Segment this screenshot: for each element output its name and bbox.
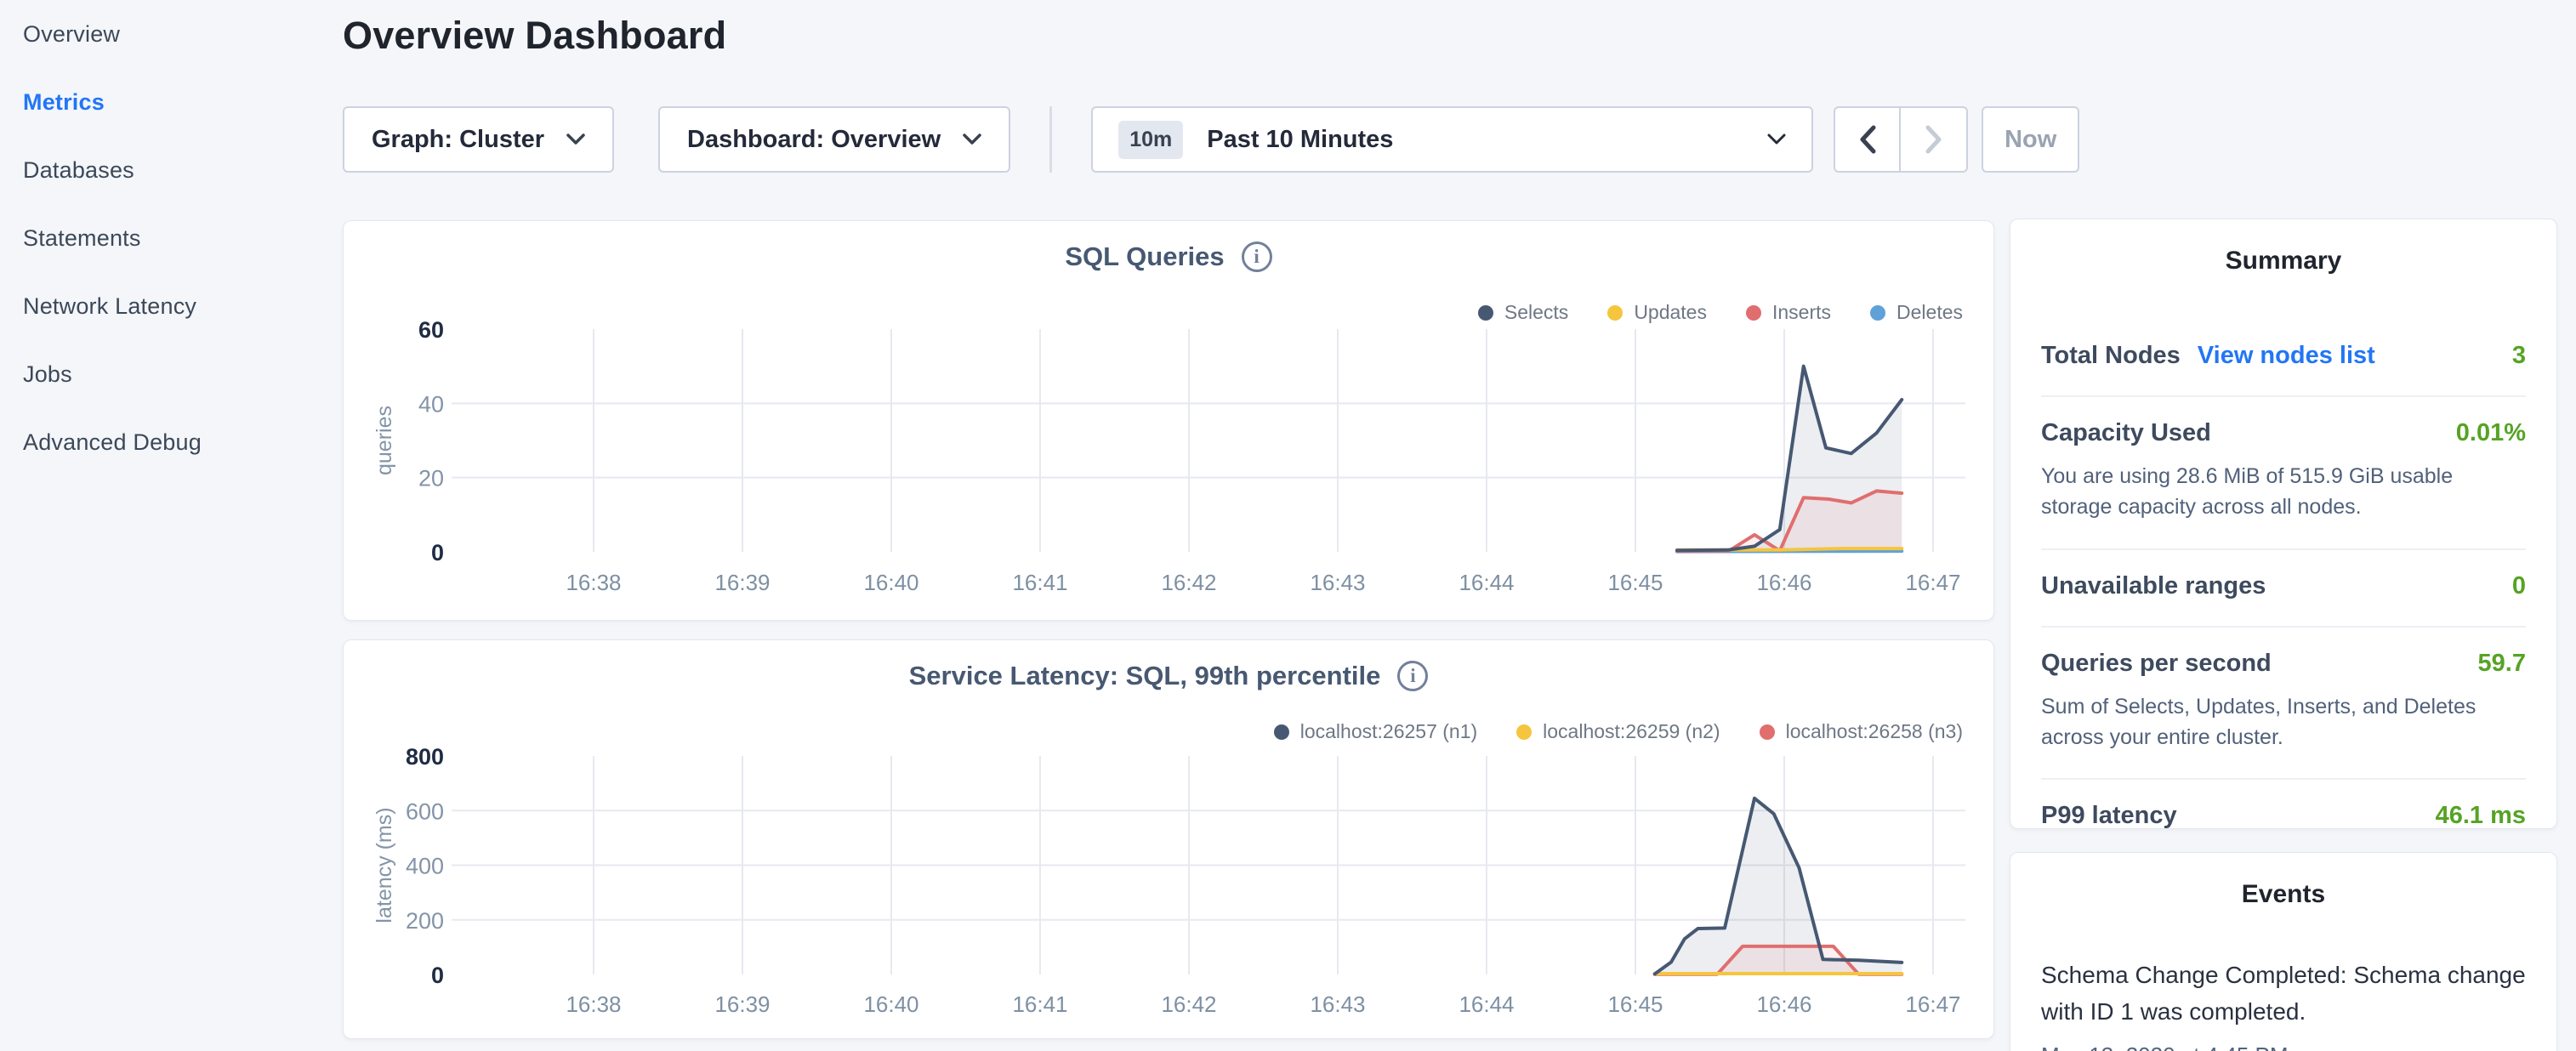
events-title: Events <box>2010 880 2556 909</box>
divider <box>1049 106 1052 173</box>
sidebar-item-jobs[interactable]: Jobs <box>0 340 340 408</box>
graph-dropdown-label: Graph: Cluster <box>372 126 544 154</box>
summary-row-label: P99 latency <box>2041 802 2177 830</box>
summary-row: Capacity Used 0.01% You are using 28.6 MiB… <box>2041 397 2526 550</box>
next-interval-button[interactable] <box>1901 106 1968 173</box>
summary-row-value: 0.01% <box>2456 419 2526 447</box>
summary-panel: Summary Total Nodes View nodes list 3 Capac… <box>2010 219 2557 829</box>
sidebar-item-advanced-debug[interactable]: Advanced Debug <box>0 408 340 476</box>
chevron-down-icon <box>963 134 981 145</box>
y-axis-tick-label: 60 <box>418 317 444 343</box>
summary-row-description: Sum of Selects, Updates, Inserts, and De… <box>2041 691 2526 753</box>
y-axis-tick-label: 800 <box>406 744 444 770</box>
time-window-badge: 10m <box>1118 121 1183 159</box>
summary-row: Queries per second 59.7 Sum of Selects, Up… <box>2041 628 2526 781</box>
summary-rows: Total Nodes View nodes list 3 Capacity Used… <box>2041 320 2526 855</box>
x-axis-tick-label: 16:39 <box>714 570 770 595</box>
app-root: OverviewMetricsDatabasesStatementsNetwor… <box>0 0 2576 1051</box>
y-axis-unit-label: queries <box>372 406 396 475</box>
view-nodes-list-link[interactable]: View nodes list <box>2198 342 2375 370</box>
sidebar-item-overview[interactable]: Overview <box>0 0 340 68</box>
y-axis-tick-label: 0 <box>431 540 444 565</box>
sidebar-item-statements[interactable]: Statements <box>0 204 340 272</box>
summary-title: Summary <box>2010 247 2556 276</box>
chevron-left-icon <box>1859 125 1876 154</box>
summary-row-value: 3 <box>2512 342 2526 370</box>
y-axis-tick-label: 0 <box>431 963 444 988</box>
summary-row-label: Capacity Used <box>2041 419 2211 447</box>
event-list-item[interactable]: Schema Change Completed: Schema change w… <box>2041 957 2526 1051</box>
events-panel: Events Schema Change Completed: Schema c… <box>2010 852 2557 1051</box>
time-window-label: Past 10 Minutes <box>1207 126 1393 154</box>
x-axis-tick-label: 16:45 <box>1607 570 1663 595</box>
x-axis-tick-label: 16:40 <box>863 991 918 1017</box>
summary-row-label: Queries per second <box>2041 650 2272 678</box>
x-axis-tick-label: 16:46 <box>1756 570 1811 595</box>
sql-queries-chart-card: SQL Queries i SelectsUpdatesInsertsDelet… <box>343 220 1994 621</box>
now-button[interactable]: Now <box>1982 106 2079 173</box>
x-axis-tick-label: 16:38 <box>566 570 621 595</box>
dashboard-dropdown[interactable]: Dashboard: Overview <box>658 106 1010 173</box>
summary-row-value: 0 <box>2512 572 2526 600</box>
summary-row: P99 latency 46.1 ms <box>2041 780 2526 855</box>
summary-row-label: Total Nodes <box>2041 342 2181 370</box>
x-axis-tick-label: 16:43 <box>1310 570 1365 595</box>
summary-row-value: 59.7 <box>2478 650 2526 678</box>
x-axis-tick-label: 16:46 <box>1756 991 1811 1017</box>
y-axis-unit-label: latency (ms) <box>372 807 396 923</box>
chevron-right-icon <box>1925 125 1942 154</box>
x-axis-tick-label: 16:42 <box>1161 570 1216 595</box>
x-axis-tick-label: 16:43 <box>1310 991 1365 1017</box>
summary-row-description: You are using 28.6 MiB of 515.9 GiB usab… <box>2041 461 2526 523</box>
x-axis-tick-label: 16:40 <box>863 570 918 595</box>
summary-row-label: Unavailable ranges <box>2041 572 2266 600</box>
x-axis-tick-label: 16:44 <box>1459 570 1514 595</box>
x-axis-tick-label: 16:45 <box>1607 991 1663 1017</box>
event-text: Schema Change Completed: Schema change w… <box>2041 957 2526 1031</box>
y-axis-tick-label: 200 <box>406 908 444 934</box>
summary-row-value: 46.1 ms <box>2436 802 2526 830</box>
chevron-down-icon <box>1767 134 1786 145</box>
y-axis-tick-label: 40 <box>418 391 444 417</box>
x-axis-tick-label: 16:41 <box>1012 991 1067 1017</box>
page-title: Overview Dashboard <box>343 14 726 58</box>
y-axis-tick-label: 20 <box>418 466 444 491</box>
graph-dropdown[interactable]: Graph: Cluster <box>343 106 614 173</box>
x-axis-tick-label: 16:44 <box>1459 991 1514 1017</box>
service-latency-chart-card: Service Latency: SQL, 99th percentile i … <box>343 639 1994 1039</box>
summary-row: Unavailable ranges 0 <box>2041 550 2526 628</box>
x-axis-tick-label: 16:47 <box>1905 570 1960 595</box>
x-axis-tick-label: 16:38 <box>566 991 621 1017</box>
x-axis-tick-label: 16:42 <box>1161 991 1216 1017</box>
x-axis-tick-label: 16:39 <box>714 991 770 1017</box>
sidebar-item-network-latency[interactable]: Network Latency <box>0 272 340 340</box>
x-axis-tick-label: 16:47 <box>1905 991 1960 1017</box>
summary-row: Total Nodes View nodes list 3 <box>2041 320 2526 397</box>
chevron-down-icon <box>566 134 585 145</box>
sidebar-nav: OverviewMetricsDatabasesStatementsNetwor… <box>0 0 340 476</box>
dashboard-dropdown-label: Dashboard: Overview <box>687 126 941 154</box>
event-timestamp: May 13, 2020 at 4:45 PM <box>2041 1042 2526 1051</box>
sidebar-item-databases[interactable]: Databases <box>0 136 340 204</box>
time-window-dropdown[interactable]: 10m Past 10 Minutes <box>1091 106 1813 173</box>
controls-row: Graph: Cluster Dashboard: Overview 10m P… <box>343 106 2079 173</box>
service-latency-plot[interactable]: 16:38 16:39 16:40 16:41 16:42 16:43 16:44 16:45… <box>344 640 1995 1040</box>
sql-queries-plot[interactable]: 16:38 16:39 16:40 16:41 16:42 16:43 16:44 16:45… <box>344 221 1995 622</box>
prev-interval-button[interactable] <box>1834 106 1901 173</box>
y-axis-tick-label: 400 <box>406 854 444 879</box>
sidebar-item-metrics[interactable]: Metrics <box>0 68 340 136</box>
time-pager <box>1834 106 1968 173</box>
x-axis-tick-label: 16:41 <box>1012 570 1067 595</box>
y-axis-tick-label: 600 <box>406 798 444 824</box>
